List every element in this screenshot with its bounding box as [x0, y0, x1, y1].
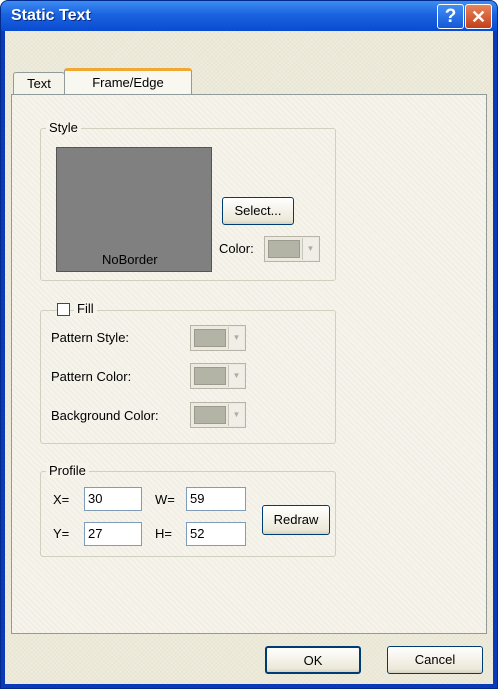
- tab-panel: Style NoBorder Select... Color: ▼ Fill P…: [11, 94, 487, 634]
- cancel-button-label: Cancel: [414, 652, 456, 667]
- select-button[interactable]: Select...: [222, 197, 294, 225]
- w-label: W=: [155, 492, 175, 507]
- edge-color-swatch: [268, 240, 300, 258]
- dialog-window: Static Text ? ✕ Text Frame/Edge Style No…: [0, 0, 498, 689]
- y-input[interactable]: 27: [84, 522, 142, 546]
- close-button[interactable]: ✕: [465, 4, 492, 29]
- pattern-color-label: Pattern Color:: [51, 369, 132, 384]
- style-preview-label: NoBorder: [102, 252, 158, 267]
- y-label: Y=: [53, 526, 70, 541]
- chevron-down-icon: ▼: [228, 404, 244, 426]
- pattern-color-picker[interactable]: ▼: [190, 363, 246, 389]
- close-icon: ✕: [470, 7, 487, 27]
- background-color-swatch: [194, 406, 226, 424]
- x-input[interactable]: 30: [84, 487, 142, 511]
- pattern-style-swatch: [194, 329, 226, 347]
- fill-label: Fill: [74, 301, 97, 316]
- dialog-body: Text Frame/Edge Style NoBorder Select...…: [5, 31, 493, 684]
- tab-text-label: Text: [27, 76, 51, 91]
- pattern-style-label: Pattern Style:: [51, 330, 130, 345]
- h-label: H=: [155, 526, 172, 541]
- select-button-label: Select...: [234, 203, 282, 218]
- profile-group-legend: Profile: [46, 463, 89, 478]
- redraw-button[interactable]: Redraw: [262, 505, 330, 535]
- pattern-style-picker[interactable]: ▼: [190, 325, 246, 351]
- color-label: Color:: [219, 241, 254, 256]
- w-input[interactable]: 59: [186, 487, 246, 511]
- background-color-label: Background Color:: [51, 408, 159, 423]
- cancel-button[interactable]: Cancel: [387, 646, 483, 674]
- chevron-down-icon: ▼: [302, 238, 318, 260]
- edge-color-picker[interactable]: ▼: [264, 236, 320, 262]
- tab-text[interactable]: Text: [13, 72, 65, 94]
- tab-frame-edge-label: Frame/Edge: [92, 75, 164, 90]
- style-group-legend: Style: [46, 120, 81, 135]
- ok-button[interactable]: OK: [265, 646, 361, 674]
- tab-frame-edge[interactable]: Frame/Edge: [64, 68, 192, 94]
- title-bar[interactable]: Static Text ? ✕: [1, 1, 497, 31]
- fill-checkbox[interactable]: [57, 303, 70, 316]
- chevron-down-icon: ▼: [228, 365, 244, 387]
- pattern-color-swatch: [194, 367, 226, 385]
- h-input[interactable]: 52: [186, 522, 246, 546]
- window-title: Static Text: [11, 7, 91, 24]
- chevron-down-icon: ▼: [228, 327, 244, 349]
- help-button[interactable]: ?: [437, 4, 464, 29]
- help-icon: ?: [444, 6, 457, 27]
- background-color-picker[interactable]: ▼: [190, 402, 246, 428]
- ok-button-label: OK: [303, 653, 323, 668]
- redraw-button-label: Redraw: [273, 512, 319, 527]
- style-preview[interactable]: NoBorder: [56, 147, 212, 272]
- x-label: X=: [53, 492, 70, 507]
